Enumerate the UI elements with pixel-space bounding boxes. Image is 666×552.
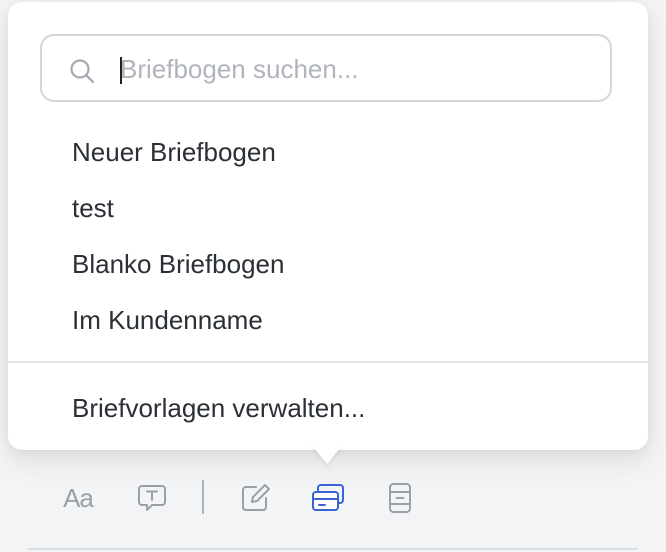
edit-button[interactable]	[236, 476, 276, 520]
letterhead-popover: Neuer Briefbogen test Blanko Briefbogen …	[8, 2, 648, 450]
menu-divider	[8, 361, 648, 363]
letterhead-item-blanko-briefbogen[interactable]: Blanko Briefbogen	[8, 236, 648, 292]
letterhead-list: Neuer Briefbogen test Blanko Briefbogen …	[8, 124, 648, 348]
page-layout-icon	[389, 483, 411, 513]
toolbar-separator	[202, 480, 204, 514]
manage-templates-item[interactable]: Briefvorlagen verwalten...	[8, 380, 648, 436]
letterhead-item-neuer-briefbogen[interactable]: Neuer Briefbogen	[8, 124, 648, 180]
text-cursor	[120, 57, 122, 84]
letterhead-button[interactable]	[308, 476, 348, 520]
letterhead-item-im-kundenname[interactable]: Im Kundenname	[8, 292, 648, 348]
page-layout-button[interactable]	[380, 476, 420, 520]
text-style-button[interactable]: Aa	[58, 476, 98, 520]
editor-bottom-border	[28, 548, 638, 550]
text-style-icon: Aa	[63, 482, 94, 513]
comment-text-button[interactable]	[132, 476, 172, 520]
comment-text-icon	[138, 485, 166, 511]
search-icon	[70, 59, 95, 84]
letterhead-item-test[interactable]: test	[8, 180, 648, 236]
edit-icon	[242, 484, 270, 511]
search-input[interactable]	[120, 36, 590, 102]
letterhead-icon	[312, 484, 344, 511]
popover-arrow	[311, 444, 343, 464]
search-box[interactable]	[40, 34, 612, 102]
